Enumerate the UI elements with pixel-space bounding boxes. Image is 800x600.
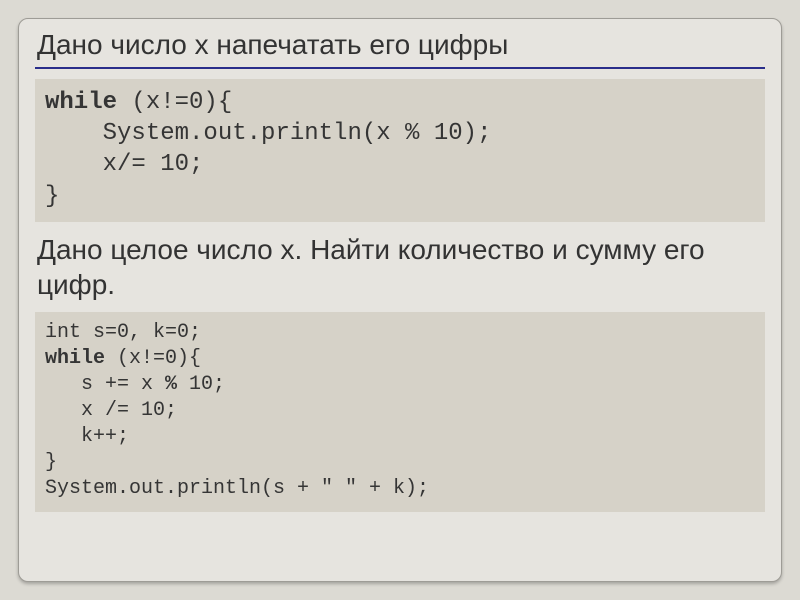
keyword-while: while (45, 347, 105, 370)
code-block-2: int s=0, k=0; while (x!=0){ s += x % 10;… (35, 312, 765, 512)
keyword-while: while (45, 89, 117, 116)
operator-mod: % (165, 373, 177, 396)
slide-subtitle: Дано целое число x. Найти количество и с… (35, 226, 765, 312)
code-text-2: int s=0, k=0; while (x!=0){ s += x % 10;… (45, 320, 755, 502)
code-text-1: while (x!=0){ System.out.println(x % 10)… (45, 87, 755, 212)
code-block-1: while (x!=0){ System.out.println(x % 10)… (35, 79, 765, 222)
title-underline (35, 67, 765, 69)
slide-title: Дано число x напечатать его цифры (35, 27, 765, 65)
slide-panel: Дано число x напечатать его цифры while … (18, 18, 782, 582)
